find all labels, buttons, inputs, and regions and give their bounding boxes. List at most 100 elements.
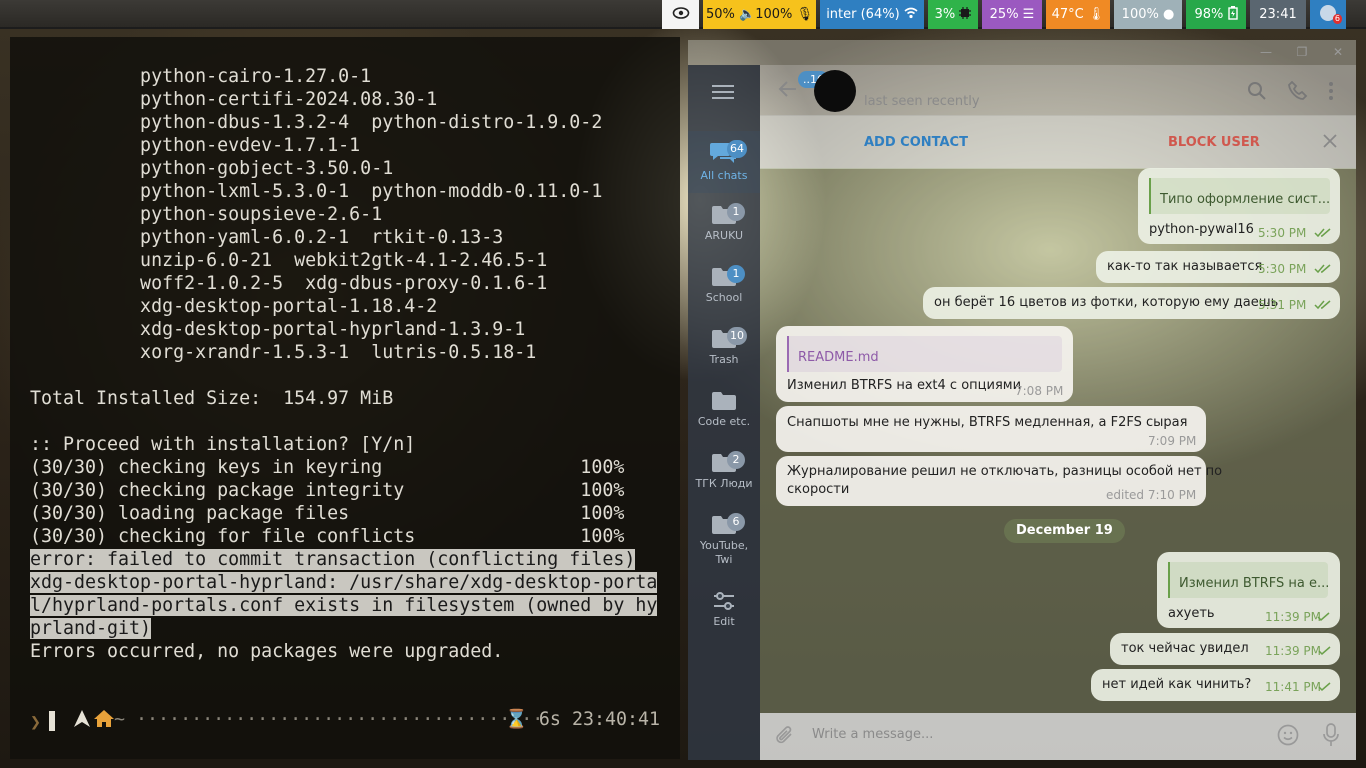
folder-code[interactable]: Code etc. — [688, 379, 760, 441]
terminal-line: python-lxml-5.3.0-1 python-moddb-0.11.0-… — [30, 181, 603, 202]
brightness-label: 100% ● — [1121, 7, 1175, 22]
message-time: 5:31 PM — [1258, 298, 1307, 312]
network-module[interactable]: inter (64%) — [820, 0, 924, 29]
message-text: Снапшоты мне не нужны, BTRFS медленная, … — [787, 415, 1188, 430]
back-button[interactable]: ..16 — [778, 71, 829, 101]
cpu-module[interactable]: 3% — [928, 0, 978, 29]
terminal-line: (30/30) checking keys in keyring 100% — [30, 457, 625, 478]
battery-label: 98% — [1194, 7, 1224, 22]
message-list[interactable]: Типо оформление сист... python-pywal16 5… — [760, 168, 1356, 713]
folder-badge: 6 — [727, 513, 745, 531]
error-line: l/hyprland-portals.conf exists in filesy… — [30, 595, 658, 616]
folder-edit[interactable]: Edit — [688, 581, 760, 641]
sliders-icon — [714, 592, 734, 610]
terminal-line: python-cairo-1.27.0-1 — [30, 66, 372, 87]
reply-text: Типо оформление сист... — [1160, 192, 1330, 207]
phone-icon — [1288, 80, 1308, 100]
temperature-module[interactable]: 47°C 🌡 — [1046, 0, 1110, 29]
avatar[interactable] — [814, 70, 856, 112]
folder-youtube[interactable]: 6 YouTube, Twi — [688, 503, 760, 575]
folder-badge: 1 — [727, 203, 745, 221]
message-outgoing[interactable]: он берёт 16 цветов из фотки, которую ему… — [923, 287, 1340, 319]
folder-tgk[interactable]: 2 ТГК Люди — [688, 441, 760, 503]
folder-label: YouTube, Twi — [699, 539, 749, 566]
error-line: prland-git) — [30, 618, 152, 639]
message-incoming[interactable]: README.md Изменил BTRFS на ext4 с опциям… — [776, 326, 1073, 402]
reply-quote[interactable]: Изменил BTRFS на е... — [1168, 562, 1328, 598]
folder-label: School — [705, 291, 743, 304]
message-text: ток чейчас увидел — [1121, 641, 1249, 656]
telegram-tray-icon[interactable]: 6 — [1320, 5, 1342, 24]
terminal-line: woff2-1.0.2-5 xdg-dbus-proxy-0.1.6-1 — [30, 273, 548, 294]
reply-quote[interactable]: Типо оформление сист... — [1149, 178, 1330, 214]
tray-module[interactable]: 6 — [1310, 0, 1346, 29]
search-button[interactable] — [1247, 81, 1267, 105]
add-contact-button[interactable]: ADD CONTACT — [864, 135, 968, 150]
reply-text: README.md — [798, 350, 879, 365]
message-incoming[interactable]: Снапшоты мне не нужны, BTRFS медленная, … — [776, 406, 1206, 452]
terminal-window[interactable]: python-cairo-1.27.0-1 python-certifi-202… — [10, 37, 680, 759]
close-window-button[interactable]: ✕ — [1328, 42, 1348, 62]
brightness-module[interactable]: 100% ● — [1114, 0, 1182, 29]
visibility-module[interactable] — [662, 0, 699, 29]
compose-bar: Write a message... — [760, 713, 1356, 760]
temperature-label: 47°C 🌡 — [1051, 7, 1105, 22]
contact-status: last seen recently — [864, 94, 980, 109]
folder-badge: 2 — [727, 451, 745, 469]
message-time: 7:09 PM — [1148, 434, 1197, 448]
date-separator: December 19 — [1004, 519, 1125, 543]
prompt-dots: ~ ····································· — [114, 709, 544, 730]
folder-label: Code etc. — [697, 415, 751, 428]
clock-label: 23:41 — [1259, 7, 1297, 22]
message-text: ахуеть — [1168, 606, 1215, 621]
search-icon — [1248, 82, 1266, 100]
clock-module[interactable]: 23:41 — [1250, 0, 1306, 29]
message-outgoing[interactable]: как-то так называется 5:30 PM — [1096, 251, 1340, 283]
minimize-button[interactable]: — — [1256, 42, 1276, 62]
menu-button[interactable] — [712, 84, 734, 99]
folder-trash[interactable]: 10 Trash — [688, 317, 760, 379]
audio-module[interactable]: 50% 🔈100% 🎙 — [703, 0, 816, 29]
reply-quote[interactable]: README.md — [787, 336, 1062, 372]
terminal-line: Errors occurred, no packages were upgrad… — [30, 641, 504, 662]
terminal-line: python-certifi-2024.08.30-1 — [30, 89, 438, 110]
attach-button[interactable] — [774, 725, 796, 751]
message-time: 5:30 PM — [1258, 262, 1307, 276]
message-outgoing[interactable]: Изменил BTRFS на е... ахуеть 11:39 PM — [1157, 552, 1340, 628]
sent-check-icon — [1318, 682, 1331, 692]
telegram-window[interactable]: — ❐ ✕ 64 All chats 1 ARUKU 1 School 10 T… — [688, 40, 1356, 760]
folder-aruku[interactable]: 1 ARUKU — [688, 193, 760, 255]
prompt-timing: ⌛ 6s 23:40:41 — [505, 709, 660, 730]
terminal-line: python-evdev-1.7.1-1 — [30, 135, 361, 156]
close-bar-button[interactable] — [1323, 133, 1337, 152]
prompt-arrow: ❯ — [30, 712, 42, 733]
message-text: python-pywal16 — [1149, 222, 1254, 237]
input-line[interactable]: ❯ — [30, 711, 56, 734]
folder-all-chats[interactable]: 64 All chats — [688, 131, 760, 193]
message-text: Изменил BTRFS на ext4 с опциями — [787, 378, 1022, 393]
more-button[interactable] — [1328, 81, 1334, 105]
message-outgoing[interactable]: ток чейчас увидел 11:39 PM — [1110, 633, 1340, 665]
status-bar: 50% 🔈100% 🎙 inter (64%) 3% 25% ☰ 47°C 🌡 … — [0, 0, 1366, 29]
message-input[interactable]: Write a message... — [812, 727, 933, 742]
message-text: он берёт 16 цветов из фотки, которую ему… — [934, 295, 1279, 310]
text-cursor — [49, 711, 56, 731]
reply-text: Изменил BTRFS на е... — [1179, 576, 1328, 591]
cpu-label: 3% — [934, 7, 956, 22]
message-outgoing[interactable]: Типо оформление сист... python-pywal16 5… — [1138, 168, 1340, 244]
message-outgoing[interactable]: нет идей как чинить? 11:41 PM — [1091, 669, 1340, 701]
message-incoming[interactable]: Журналирование решил не отключать, разни… — [776, 456, 1222, 506]
maximize-button[interactable]: ❐ — [1292, 42, 1312, 62]
memory-module[interactable]: 25% ☰ — [982, 0, 1042, 29]
battery-module[interactable]: 98% — [1186, 0, 1246, 29]
emoji-button[interactable] — [1277, 724, 1299, 750]
terminal-output: python-cairo-1.27.0-1 python-certifi-202… — [30, 65, 658, 663]
folder-badge: 1 — [727, 265, 745, 283]
sent-check-icon — [1318, 646, 1331, 656]
terminal-line: python-gobject-3.50.0-1 — [30, 158, 394, 179]
block-user-button[interactable]: BLOCK USER — [1168, 135, 1260, 150]
message-text: как-то так называется — [1107, 259, 1263, 274]
voice-button[interactable] — [1323, 723, 1339, 751]
folder-school[interactable]: 1 School — [688, 255, 760, 317]
call-button[interactable] — [1288, 80, 1308, 105]
